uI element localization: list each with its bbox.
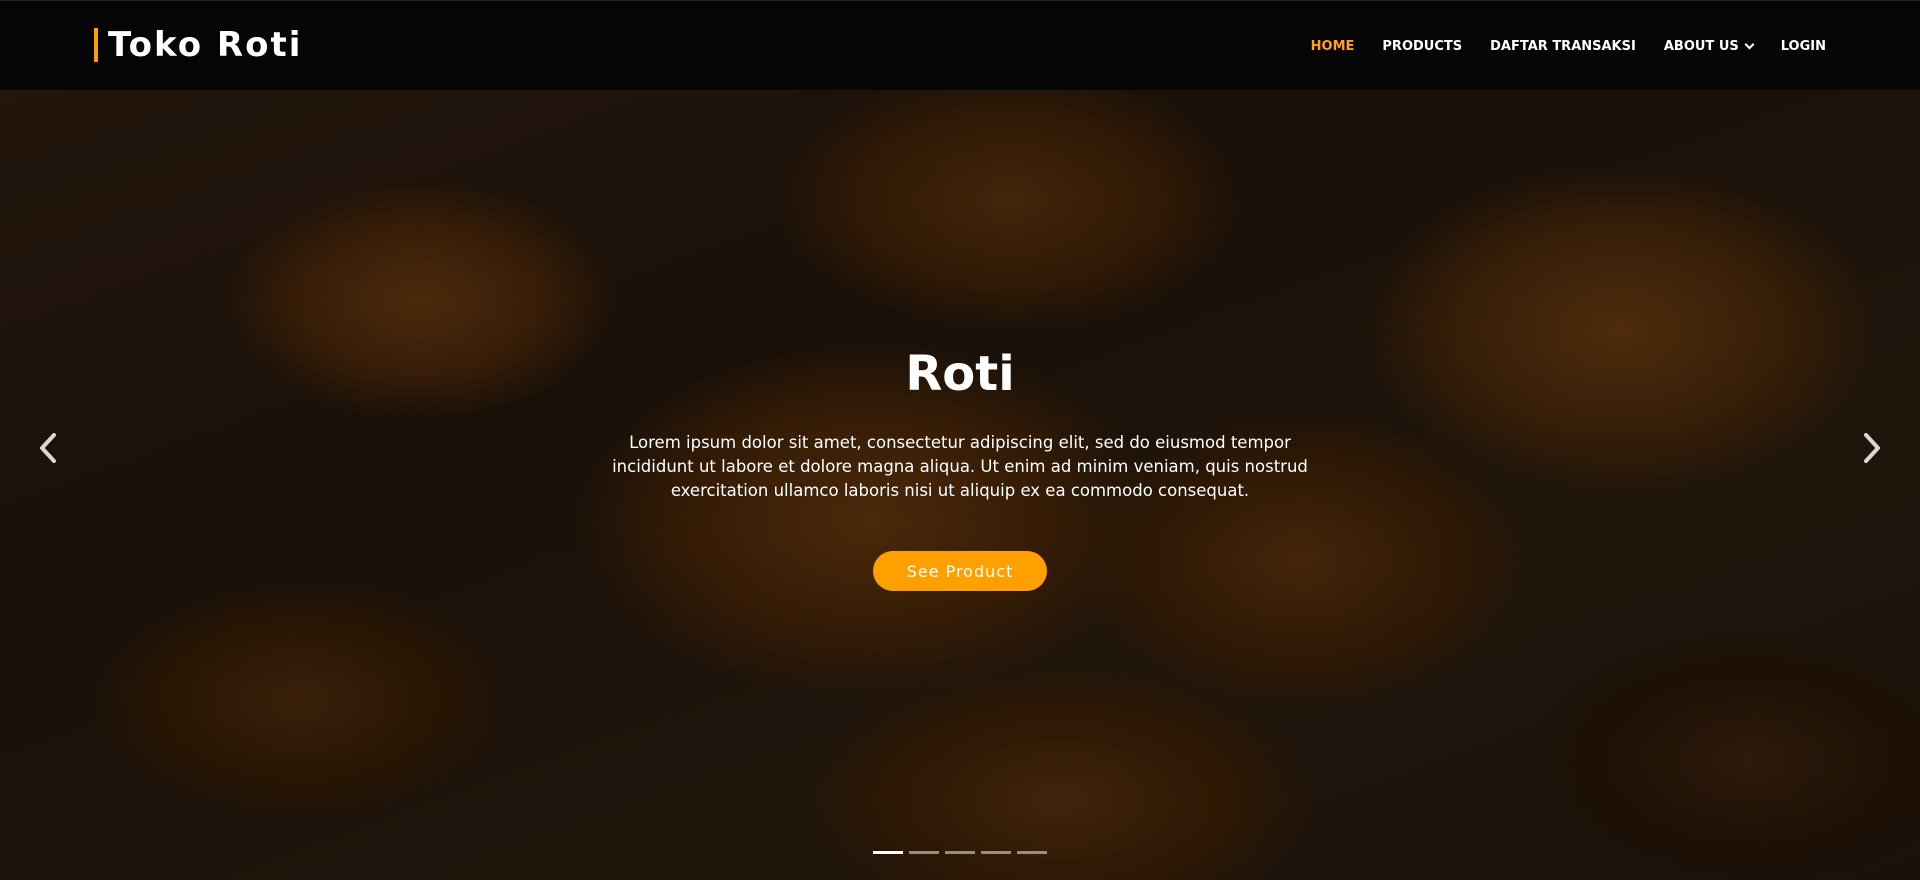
carousel-indicator-2[interactable] bbox=[909, 851, 939, 854]
carousel-caption: Roti Lorem ipsum dolor sit amet, consect… bbox=[610, 345, 1310, 503]
carousel-indicator-3[interactable] bbox=[945, 851, 975, 854]
brand-name: Toko Roti bbox=[108, 25, 303, 65]
logo-accent-bar bbox=[94, 28, 98, 62]
nav-about-us-label: ABOUT US bbox=[1663, 38, 1739, 54]
main-nav: HOME PRODUCTS DAFTAR TRANSAKSI ABOUT US … bbox=[1283, 1, 1826, 91]
carousel-next-button[interactable] bbox=[1852, 428, 1892, 468]
carousel-indicator-4[interactable] bbox=[981, 851, 1011, 854]
nav-products[interactable]: PRODUCTS bbox=[1382, 39, 1462, 54]
hero-title: Roti bbox=[905, 346, 1015, 402]
brand-logo[interactable]: Toko Roti bbox=[94, 27, 302, 63]
nav-daftar-transaksi[interactable]: DAFTAR TRANSAKSI bbox=[1490, 39, 1636, 54]
chevron-right-icon bbox=[1864, 433, 1880, 463]
site-header: Toko Roti HOME PRODUCTS DAFTAR TRANSAKSI… bbox=[0, 0, 1920, 90]
nav-home[interactable]: HOME bbox=[1311, 39, 1355, 54]
nav-login[interactable]: LOGIN bbox=[1781, 39, 1826, 54]
nav-about-us[interactable]: ABOUT US bbox=[1663, 38, 1755, 54]
hero-description: Lorem ipsum dolor sit amet, consectetur … bbox=[612, 433, 1308, 500]
carousel-indicator-1[interactable] bbox=[873, 851, 903, 854]
carousel-indicator-5[interactable] bbox=[1017, 851, 1047, 854]
chevron-left-icon bbox=[40, 433, 56, 463]
carousel-indicators bbox=[873, 851, 1053, 854]
see-product-button[interactable]: See Product bbox=[873, 551, 1047, 591]
page: Toko Roti HOME PRODUCTS DAFTAR TRANSAKSI… bbox=[0, 0, 1920, 880]
carousel-prev-button[interactable] bbox=[28, 428, 68, 468]
chevron-down-icon bbox=[1744, 39, 1755, 49]
